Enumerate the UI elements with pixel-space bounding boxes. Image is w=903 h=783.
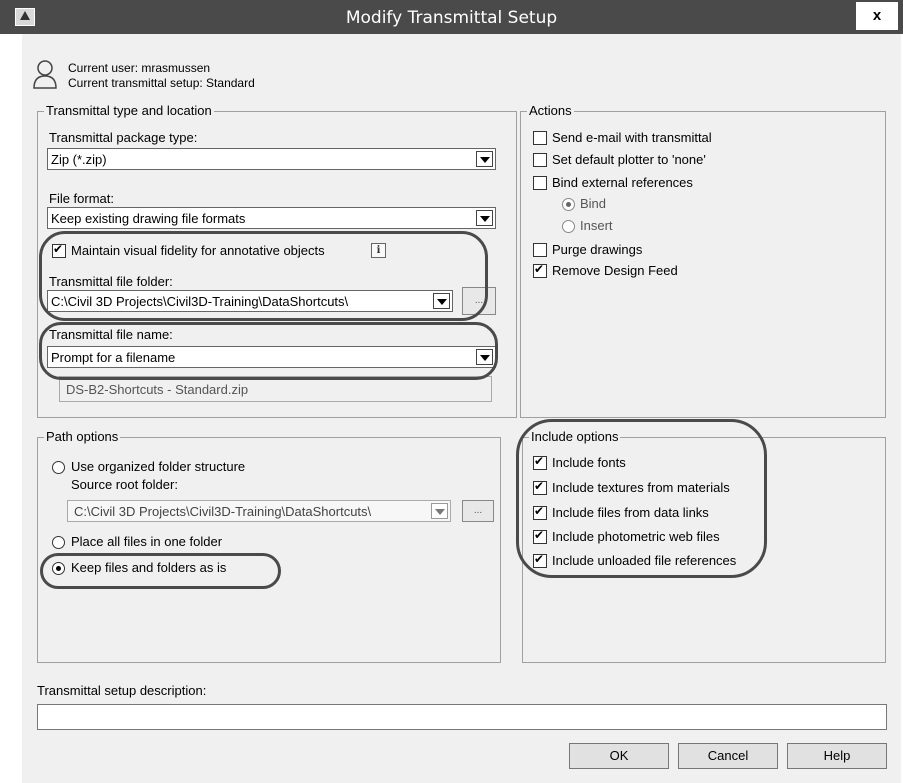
filename-dropdown[interactable]: Prompt for a filename — [47, 346, 496, 368]
help-button[interactable]: Help — [787, 743, 887, 769]
current-user-text: Current user: mrasmussen — [68, 61, 211, 75]
one-folder-radio[interactable] — [52, 536, 65, 549]
one-folder-label: Place all files in one folder — [71, 534, 223, 549]
source-root-value: C:\Civil 3D Projects\Civil3D-Training\Da… — [74, 504, 372, 519]
bind-xrefs-checkbox[interactable] — [533, 176, 547, 190]
fidelity-label: Maintain visual fidelity for annotative … — [71, 243, 325, 258]
chevron-down-icon[interactable] — [476, 210, 493, 226]
chevron-down-icon[interactable] — [433, 293, 450, 309]
organized-radio[interactable] — [52, 461, 65, 474]
current-setup-text: Current transmittal setup: Standard — [68, 76, 255, 90]
include-unloaded-label: Include unloaded file references — [552, 553, 737, 568]
fidelity-checkbox[interactable] — [52, 242, 66, 258]
send-email-label: Send e-mail with transmittal — [552, 130, 712, 145]
package-type-value: Zip (*.zip) — [51, 152, 107, 167]
organized-label: Use organized folder structure — [71, 459, 246, 474]
close-button[interactable]: x — [856, 2, 898, 30]
chevron-down-icon[interactable] — [431, 503, 448, 519]
folder-browse-button[interactable]: ... — [462, 287, 496, 315]
bind-label: Bind — [580, 196, 607, 211]
plotter-none-checkbox[interactable] — [533, 153, 547, 167]
source-root-browse-button[interactable]: ... — [462, 500, 494, 522]
type-location-group-label: Transmittal type and location — [44, 103, 214, 118]
source-root-label: Source root folder: — [71, 477, 178, 492]
chevron-down-icon[interactable] — [476, 349, 493, 365]
include-data-links-checkbox[interactable] — [533, 504, 547, 520]
include-textures-label: Include textures from materials — [552, 480, 730, 495]
folder-label: Transmittal file folder: — [49, 274, 173, 289]
include-unloaded-checkbox[interactable] — [533, 552, 547, 568]
include-textures-checkbox[interactable] — [533, 479, 547, 495]
filename-label: Transmittal file name: — [49, 327, 173, 342]
title-bar: Modify Transmittal Setup x — [0, 0, 903, 34]
remove-feed-checkbox[interactable] — [533, 262, 547, 278]
include-fonts-checkbox[interactable] — [533, 454, 547, 470]
dialog-title: Modify Transmittal Setup — [345, 8, 558, 28]
folder-value: C:\Civil 3D Projects\Civil3D-Training\Da… — [51, 294, 349, 309]
send-email-checkbox[interactable] — [533, 131, 547, 145]
include-photometric-label: Include photometric web files — [552, 529, 720, 544]
folder-dropdown[interactable]: C:\Civil 3D Projects\Civil3D-Training\Da… — [47, 290, 453, 312]
file-format-dropdown[interactable]: Keep existing drawing file formats — [47, 207, 496, 229]
include-options-group-label: Include options — [529, 429, 621, 444]
filename-preview-text: DS-B2-Shortcuts - Standard.zip — [66, 382, 249, 397]
include-photometric-checkbox[interactable] — [533, 528, 547, 544]
modify-transmittal-setup-dialog: Modify Transmittal Setup x Current user:… — [0, 0, 903, 783]
keep-folders-label: Keep files and folders as is — [71, 560, 227, 575]
cancel-button[interactable]: Cancel — [678, 743, 778, 769]
purge-checkbox[interactable] — [533, 243, 547, 257]
dialog-client-area: Current user: mrasmussen Current transmi… — [22, 34, 901, 783]
package-type-label: Transmittal package type: — [49, 130, 198, 145]
plotter-none-label: Set default plotter to 'none' — [552, 152, 706, 167]
keep-folders-radio[interactable] — [52, 562, 65, 575]
include-options-group: Include options — [522, 429, 886, 663]
file-format-label: File format: — [49, 191, 115, 206]
info-icon[interactable]: i — [371, 243, 386, 258]
include-fonts-label: Include fonts — [552, 455, 626, 470]
actions-group-label: Actions — [527, 103, 574, 118]
insert-radio[interactable] — [562, 220, 575, 233]
description-field[interactable] — [37, 704, 887, 730]
ok-button[interactable]: OK — [569, 743, 669, 769]
path-options-group-label: Path options — [44, 429, 121, 444]
filename-value: Prompt for a filename — [51, 350, 176, 365]
remove-feed-label: Remove Design Feed — [552, 263, 678, 278]
file-format-value: Keep existing drawing file formats — [51, 211, 246, 226]
purge-label: Purge drawings — [552, 242, 643, 257]
description-label: Transmittal setup description: — [37, 683, 207, 698]
bind-xrefs-label: Bind external references — [552, 175, 693, 190]
package-type-dropdown[interactable]: Zip (*.zip) — [47, 148, 496, 170]
include-data-links-label: Include files from data links — [552, 505, 709, 520]
bind-radio[interactable] — [562, 198, 575, 211]
source-root-dropdown[interactable]: C:\Civil 3D Projects\Civil3D-Training\Da… — [67, 500, 451, 522]
user-icon — [33, 60, 57, 89]
filename-preview-box: DS-B2-Shortcuts - Standard.zip — [59, 376, 492, 402]
insert-label: Insert — [580, 218, 613, 233]
chevron-down-icon[interactable] — [476, 151, 493, 167]
